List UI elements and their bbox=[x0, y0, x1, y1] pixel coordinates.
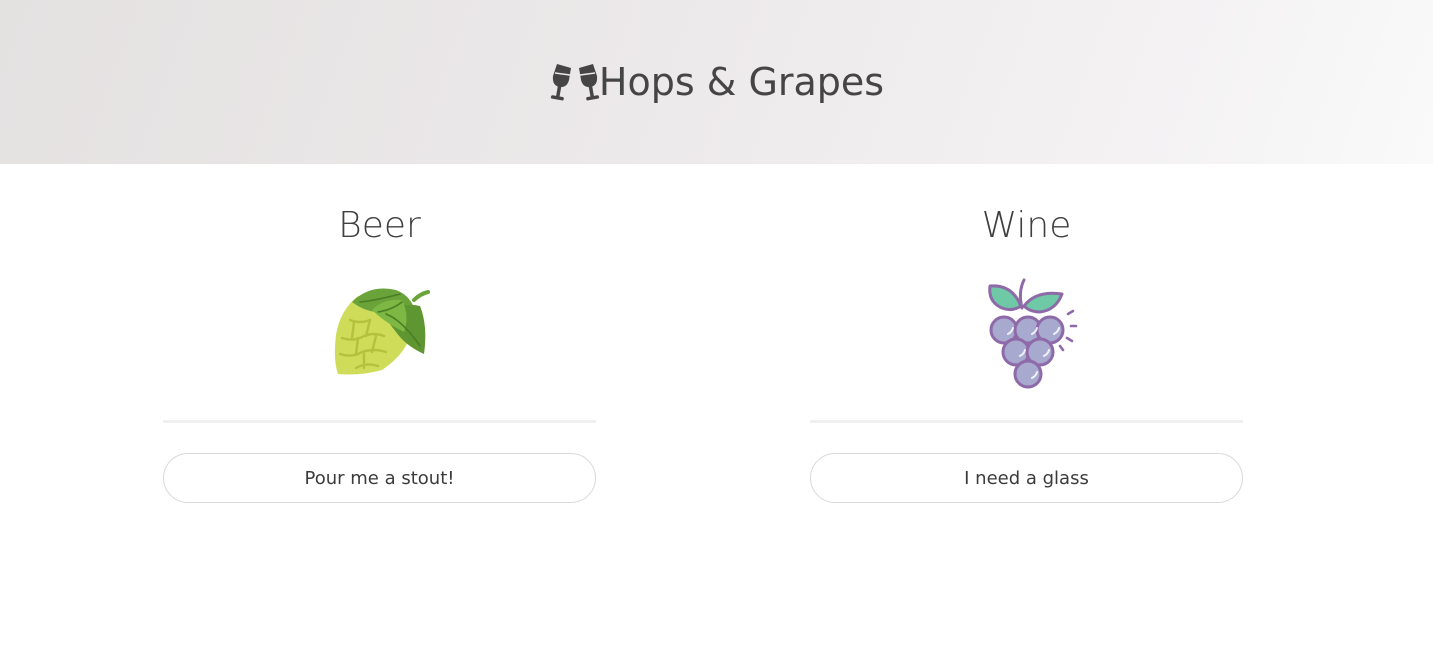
site-title: Hops & Grapes bbox=[598, 60, 885, 104]
wine-divider bbox=[810, 420, 1243, 423]
wine-heading: Wine bbox=[981, 205, 1072, 246]
site-header: Hops & Grapes bbox=[0, 0, 1433, 164]
beer-divider bbox=[163, 420, 596, 423]
beer-heading: Beer bbox=[338, 205, 421, 246]
need-glass-button[interactable]: I need a glass bbox=[810, 453, 1243, 503]
hop-cone-icon bbox=[334, 288, 430, 375]
pour-stout-button[interactable]: Pour me a stout! bbox=[163, 453, 596, 503]
wine-column: Wine I need a glass bbox=[810, 164, 1243, 503]
clinking-glasses-icon bbox=[549, 60, 601, 104]
brand[interactable]: Hops & Grapes bbox=[549, 60, 884, 104]
grapes-icon bbox=[987, 278, 1077, 389]
wine-illustration bbox=[810, 278, 1243, 410]
beer-column: Beer Pour me a stout! bbox=[163, 164, 596, 503]
beer-illustration bbox=[163, 280, 596, 410]
